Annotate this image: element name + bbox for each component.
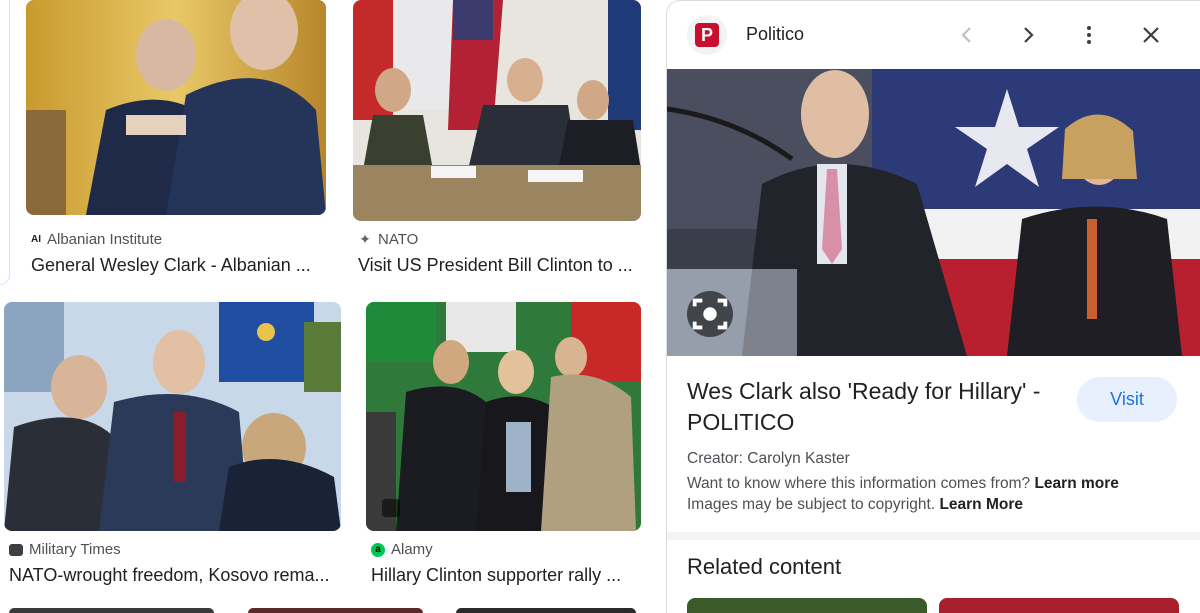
info-line: Want to know where this information come… [687,475,1119,493]
result-source-name: Alamy [391,541,433,558]
result-caption-3[interactable]: NATO-wrought freedom, Kosovo rema... [9,565,339,586]
next-row-thumbnail-2[interactable] [248,608,423,613]
preview-title[interactable]: Wes Clark also 'Ready for Hillary' - POL… [687,376,1057,438]
chevron-left-icon [961,27,971,43]
result-caption-1[interactable]: General Wesley Clark - Albanian ... [31,255,331,276]
albanian-institute-logo-icon: AI [31,234,41,245]
learn-more-link[interactable]: Learn more [1034,475,1118,492]
result-thumbnail-2[interactable] [353,0,641,221]
alamy-logo-icon: a [371,542,385,557]
info-text: Want to know where this information come… [687,475,1031,492]
more-vert-icon [1087,26,1091,44]
related-content-heading: Related content [687,554,842,579]
previous-button[interactable] [951,19,983,51]
politico-logo-icon: P [695,23,719,47]
section-divider [667,532,1200,540]
result-source-2[interactable]: ✦ NATO [358,231,418,248]
related-thumbnail-2[interactable] [939,598,1179,613]
result-caption-2[interactable]: Visit US President Bill Clinton to ... [358,255,643,276]
visit-button[interactable]: Visit [1077,377,1177,422]
result-source-3[interactable]: Military Times [9,541,121,558]
result-thumbnail-3[interactable] [4,302,341,531]
next-row-thumbnail-1[interactable] [9,608,214,613]
result-source-name: Military Times [29,541,121,558]
close-button[interactable] [1135,19,1167,51]
preview-image[interactable] [667,69,1200,356]
result-source-4[interactable]: a Alamy [371,541,433,558]
result-caption-4[interactable]: Hillary Clinton supporter rally ... [371,565,636,586]
search-image-lens-button[interactable] [687,291,733,337]
result-source-1[interactable]: AI Albanian Institute [31,231,162,248]
result-thumbnail-1[interactable] [26,0,326,215]
more-options-button[interactable] [1073,19,1105,51]
site-logo[interactable]: P [687,15,727,55]
close-icon [1143,27,1159,43]
next-button[interactable] [1012,19,1044,51]
copyright-learn-more-link[interactable]: Learn More [939,496,1023,513]
preview-header: P Politico [667,1,1200,69]
previous-card-edge [0,0,10,285]
nato-logo-icon: ✦ [359,231,371,247]
result-thumbnail-4[interactable] [366,302,641,531]
result-source-name: NATO [378,231,419,248]
military-times-logo-icon [9,543,23,556]
image-preview-panel: P Politico Wes Clark also 'Ready for Hil… [666,0,1200,613]
image-creator: Creator: Carolyn Kaster [687,450,850,467]
result-source-name: Albanian Institute [47,231,163,248]
copyright-line: Images may be subject to copyright. Lear… [687,496,1023,514]
chevron-right-icon [1024,27,1034,43]
site-name[interactable]: Politico [746,24,804,45]
next-row-thumbnail-3[interactable] [456,608,636,613]
camera-lens-icon [692,298,728,330]
image-badge-icon [382,499,400,517]
copyright-text: Images may be subject to copyright. [687,496,936,513]
related-thumbnail-1[interactable] [687,598,927,613]
